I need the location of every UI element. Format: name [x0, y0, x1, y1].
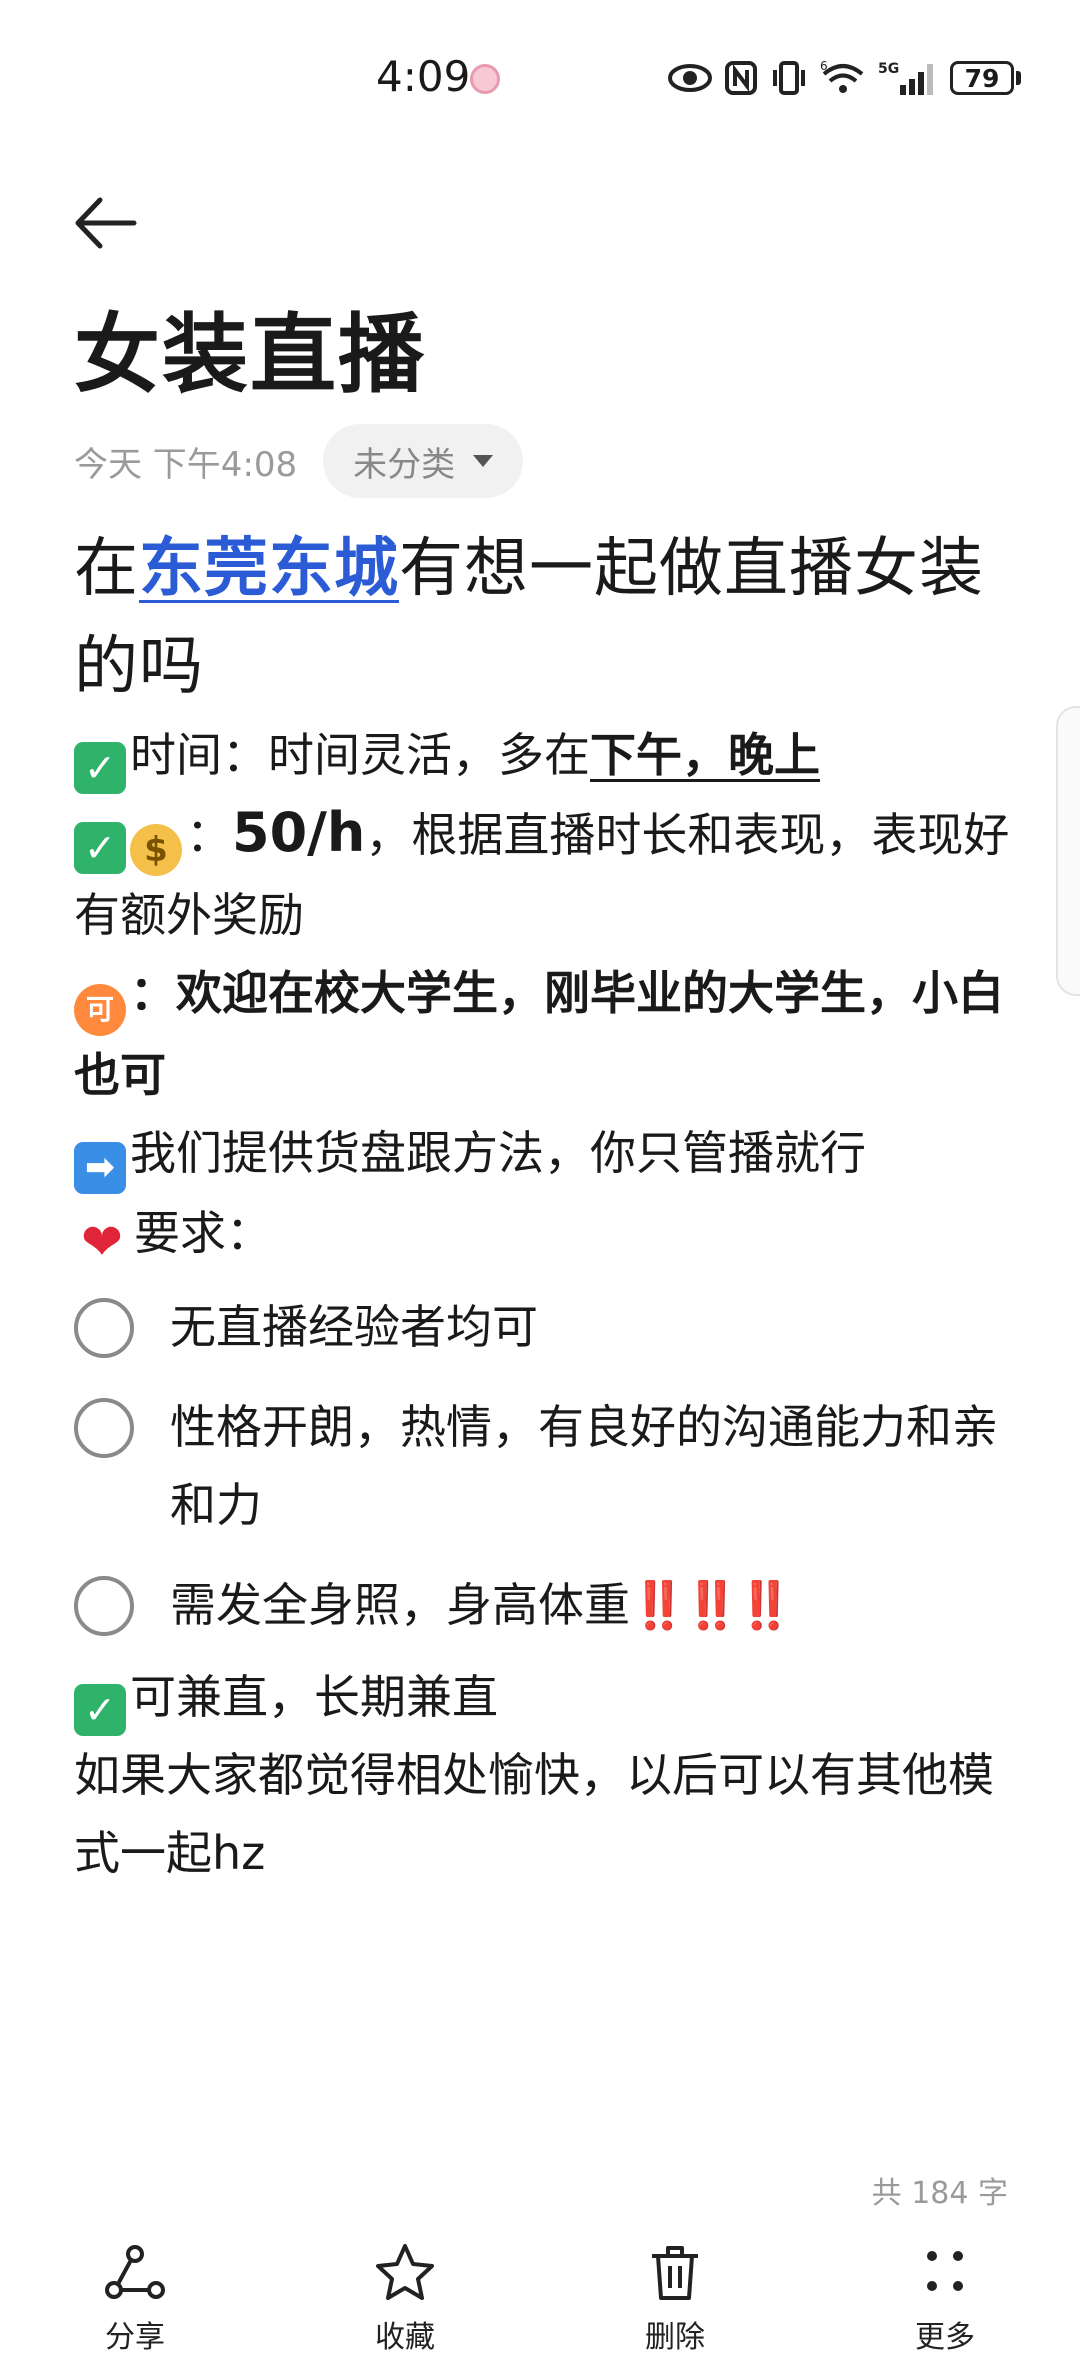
- check-mark-icon: ✓: [74, 1684, 126, 1736]
- location-link[interactable]: 东莞东城: [139, 532, 399, 606]
- todo-text: 无直播经验者均可: [170, 1300, 538, 1354]
- share-label: 分享: [105, 2320, 165, 2355]
- more-dots-icon: [927, 2251, 963, 2291]
- check-mark-icon: ✓: [74, 822, 126, 874]
- word-count: 共 184 字: [871, 2176, 1008, 2211]
- todo-item: 需发全身照，身高体重‼️‼️‼️: [74, 1566, 1014, 1644]
- note-title[interactable]: 女装直播: [74, 300, 426, 410]
- clock: 4:09: [376, 52, 471, 101]
- provide-line: ➡ 我们提供货盘跟方法，你只管播就行: [74, 1114, 1014, 1194]
- side-panel-handle[interactable]: [1056, 706, 1080, 996]
- battery-level: 79: [950, 61, 1014, 95]
- pay-rate: 50/h: [232, 801, 366, 864]
- who-line: 可：欢迎在校大学生，刚毕业的大学生，小白也可: [74, 954, 1014, 1114]
- requirements-label: ❤ 要求：: [74, 1194, 1014, 1272]
- todo-checkbox[interactable]: [74, 1576, 134, 1636]
- share-icon: [105, 2245, 165, 2299]
- todo-item: 无直播经验者均可: [74, 1288, 1014, 1366]
- nfc-icon: [724, 58, 758, 98]
- note-body[interactable]: 在东莞东城有想一起做直播女装的吗 ✓ 时间：时间灵活，多在下午，晚上 ✓ $ ：50/…: [74, 520, 1014, 1892]
- pay-line: ✓ $ ：50/h，根据直播时长和表现，表现好有额外奖励: [74, 794, 1014, 954]
- acceptable-icon: 可: [74, 984, 126, 1036]
- status-icons: 6 5G 79: [668, 56, 1021, 100]
- chevron-down-icon: [473, 455, 494, 467]
- time-emphasis: 下午，晚上: [590, 728, 820, 782]
- back-button[interactable]: [70, 188, 140, 258]
- provide-text: 我们提供货盘跟方法，你只管播就行: [130, 1126, 866, 1180]
- back-arrow-icon: [75, 197, 137, 249]
- category-label: 未分类: [353, 444, 456, 485]
- closing-line: 如果大家都觉得相处愉快，以后可以有其他模式一起hz: [74, 1748, 994, 1880]
- parttime-text: 可兼直，长期兼直: [130, 1670, 498, 1724]
- status-bar: 4:09 6 5G 79: [0, 0, 1080, 150]
- todo-text: 需发全身照，身高体重: [170, 1578, 630, 1632]
- favorite-label: 收藏: [375, 2320, 435, 2355]
- time-line: ✓ 时间：时间灵活，多在下午，晚上: [74, 716, 1014, 794]
- more-button[interactable]: 更多: [810, 2230, 1080, 2376]
- money-bag-icon: $: [130, 824, 182, 876]
- eye-comfort-icon: [668, 58, 712, 98]
- headline-prefix: 在: [74, 532, 139, 606]
- todo-item: 性格开朗，热情，有良好的沟通能力和亲和力: [74, 1388, 1014, 1544]
- vibrate-icon: [770, 58, 808, 98]
- favorite-button[interactable]: 收藏: [270, 2230, 540, 2376]
- svg-text:6: 6: [820, 60, 828, 73]
- todo-checkbox[interactable]: [74, 1398, 134, 1458]
- wifi-icon: 6: [820, 58, 866, 98]
- notification-app-icon: [470, 64, 500, 94]
- check-mark-icon: ✓: [74, 742, 126, 794]
- note-timestamp: 今天 下午4:08: [74, 444, 298, 485]
- todo-checkbox[interactable]: [74, 1298, 134, 1358]
- double-exclamation-icon: ‼️‼️‼️: [630, 1578, 794, 1632]
- bottom-toolbar: 分享 收藏 删除 更多: [0, 2230, 1080, 2376]
- svg-text:5G: 5G: [878, 61, 899, 77]
- pay-colon: ：: [186, 808, 232, 862]
- todo-text: 性格开朗，热情，有良好的沟通能力和亲和力: [170, 1400, 998, 1532]
- time-label: 时间：时间灵活，多在: [130, 728, 590, 782]
- who-text: ：欢迎在校大学生，刚毕业的大学生，小白也可: [74, 966, 1004, 1102]
- requirements-text: 要求：: [134, 1206, 272, 1260]
- cellular-signal-icon: 5G: [878, 58, 938, 98]
- headline: 在东莞东城有想一起做直播女装的吗: [74, 520, 1014, 716]
- battery-icon: 79: [950, 61, 1021, 95]
- delete-button[interactable]: 删除: [540, 2230, 810, 2376]
- parttime-line: ✓ 可兼直，长期兼直: [74, 1658, 1014, 1736]
- more-label: 更多: [915, 2320, 975, 2355]
- right-arrow-icon: ➡: [74, 1142, 126, 1194]
- star-icon: [376, 2244, 434, 2300]
- share-button[interactable]: 分享: [0, 2230, 270, 2376]
- trash-icon: [652, 2246, 698, 2300]
- delete-label: 删除: [645, 2320, 705, 2355]
- category-dropdown[interactable]: 未分类: [323, 424, 524, 498]
- heart-icon: ❤: [81, 1213, 123, 1271]
- note-meta: 今天 下午4:08 未分类: [74, 424, 524, 498]
